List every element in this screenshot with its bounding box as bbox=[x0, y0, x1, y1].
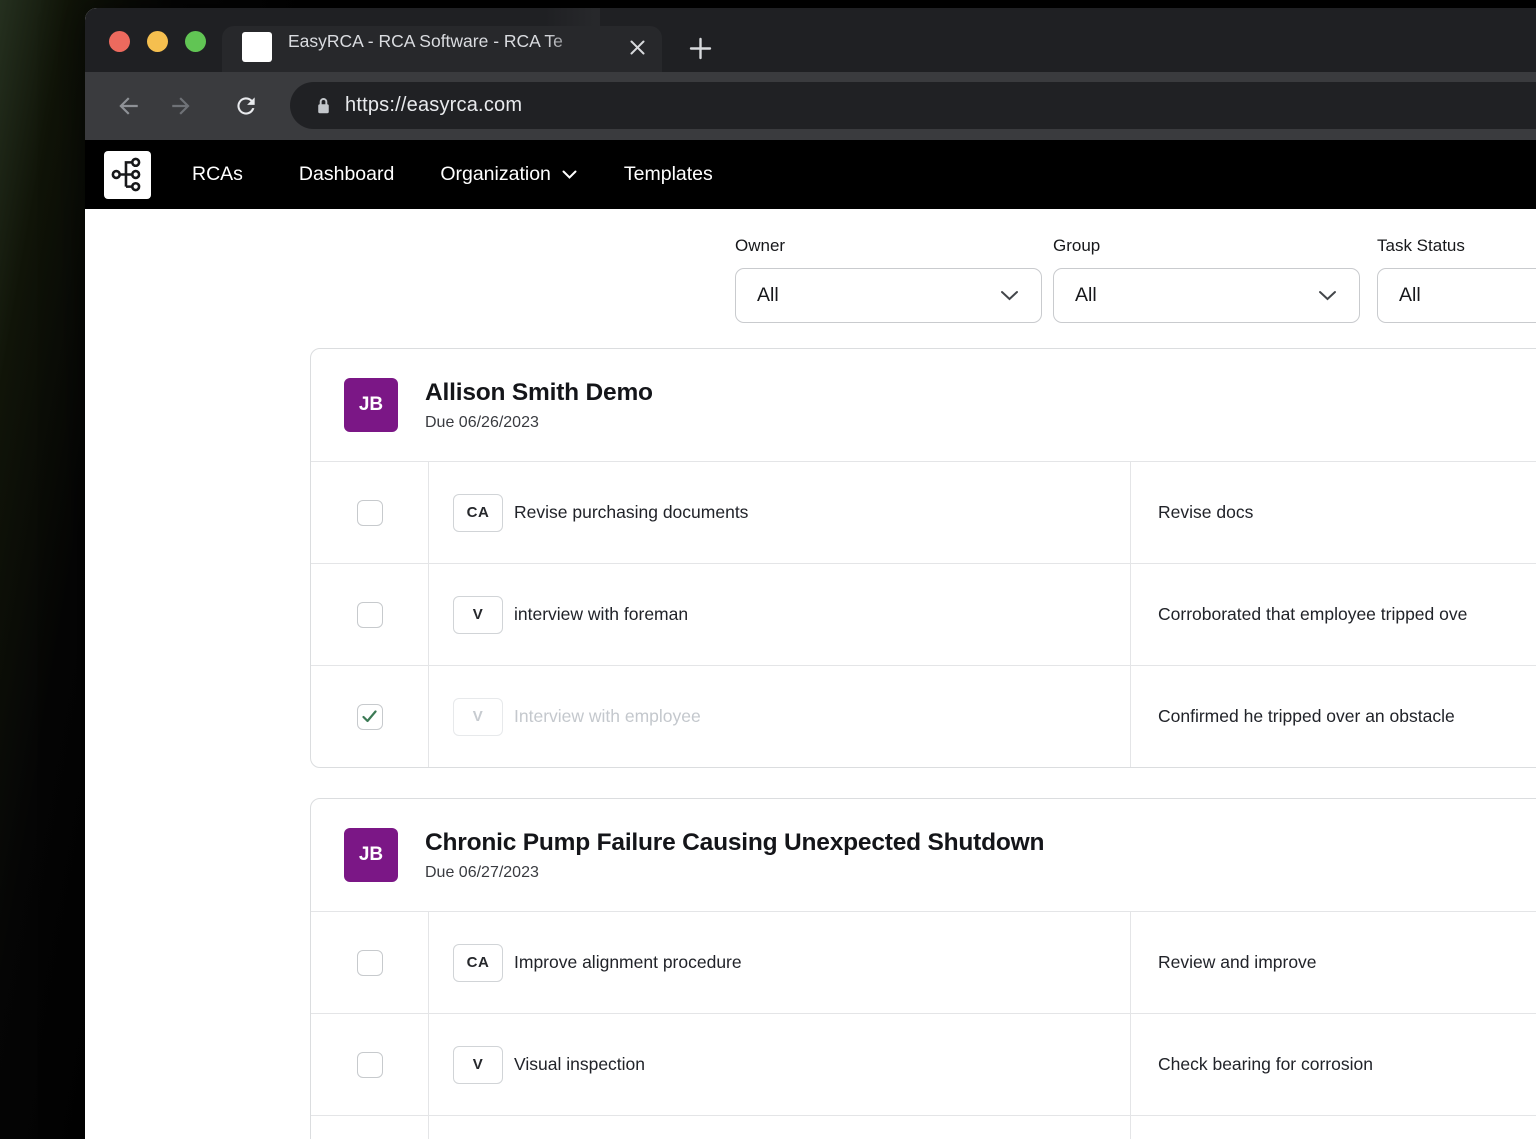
selected-value: All bbox=[1399, 284, 1421, 306]
task-cell: CA Revise purchasing documents bbox=[429, 462, 1131, 563]
close-window-button[interactable] bbox=[109, 31, 130, 52]
task-note: Confirmed he tripped over an obstacle bbox=[1158, 706, 1455, 726]
tab-title: EasyRCA - RCA Software - RCA Te bbox=[288, 8, 600, 72]
task-label: Revise purchasing documents bbox=[514, 502, 749, 522]
card-title: Chronic Pump Failure Causing Unexpected … bbox=[425, 828, 1045, 856]
filter-label: Task Status bbox=[1377, 236, 1465, 255]
nav-item-label: Dashboard bbox=[298, 163, 395, 185]
card-due-date: Due 06/26/2023 bbox=[425, 413, 539, 431]
new-tab-icon[interactable] bbox=[689, 37, 712, 60]
group-select[interactable]: All bbox=[1053, 268, 1360, 323]
browser-titlebar: EasyRCA - RCA Software - RCA Te bbox=[85, 8, 1536, 72]
tab-favicon-icon bbox=[242, 32, 272, 62]
task-cell bbox=[429, 1116, 1131, 1139]
checkbox-cell bbox=[311, 912, 429, 1013]
checkmark-icon bbox=[362, 710, 377, 723]
card-due-date: Due 06/27/2023 bbox=[425, 863, 539, 881]
tab-close-icon[interactable] bbox=[629, 39, 646, 56]
page-content: Owner All Group All Task Status All JB A… bbox=[85, 209, 1536, 1139]
forward-icon[interactable] bbox=[169, 93, 195, 119]
browser-window: EasyRCA - RCA Software - RCA Te https://… bbox=[85, 8, 1536, 1139]
filter-label: Owner bbox=[735, 236, 786, 255]
task-checkbox[interactable] bbox=[356, 949, 383, 976]
app-logo[interactable] bbox=[104, 150, 151, 199]
task-note: Check bearing for corrosion bbox=[1158, 1054, 1373, 1074]
task-row[interactable]: V interview with foreman Corroborated th… bbox=[311, 563, 1536, 665]
task-label: interview with foreman bbox=[514, 604, 689, 624]
reload-icon[interactable] bbox=[233, 93, 259, 119]
checkbox-cell bbox=[311, 666, 429, 767]
nav-item-templates[interactable]: Templates bbox=[624, 163, 713, 186]
task-checkbox[interactable] bbox=[356, 499, 383, 526]
task-row[interactable] bbox=[311, 1115, 1536, 1139]
minimize-window-button[interactable] bbox=[147, 31, 168, 52]
avatar: JB bbox=[344, 828, 398, 882]
filter-owner: Owner All bbox=[735, 236, 1042, 323]
browser-toolbar: https://easyrca.com bbox=[85, 72, 1536, 140]
logic-tree-icon bbox=[111, 157, 140, 192]
owner-select[interactable]: All bbox=[735, 268, 1042, 323]
task-row[interactable]: CA Revise purchasing documents Revise do… bbox=[311, 461, 1536, 563]
task-row[interactable]: V Visual inspection Check bearing for co… bbox=[311, 1013, 1536, 1115]
nav-item-label: Organization bbox=[440, 163, 551, 185]
filter-group: Group All bbox=[1053, 236, 1360, 323]
app-navbar: RCAs Dashboard Organization Templates bbox=[85, 140, 1536, 209]
filter-task-status: Task Status All bbox=[1377, 236, 1536, 323]
card-title: Allison Smith Demo bbox=[425, 378, 653, 406]
chevron-down-icon bbox=[1319, 291, 1336, 301]
nav-item-rcas[interactable]: RCAs bbox=[192, 163, 243, 186]
task-note: Corroborated that employee tripped ove bbox=[1158, 604, 1468, 624]
task-note: Review and improve bbox=[1158, 952, 1317, 972]
task-checkbox[interactable] bbox=[356, 703, 383, 730]
selected-value: All bbox=[757, 284, 779, 306]
nav-item-label: RCAs bbox=[192, 163, 243, 185]
cards-container: JB Allison Smith Demo Due 06/26/2023 CA … bbox=[310, 348, 1536, 1139]
task-checkbox[interactable] bbox=[356, 601, 383, 628]
nav-item-organization[interactable]: Organization bbox=[440, 163, 577, 186]
task-label: Improve alignment procedure bbox=[514, 952, 742, 972]
zoom-window-button[interactable] bbox=[185, 31, 206, 52]
selected-value: All bbox=[1075, 284, 1097, 306]
task-note bbox=[1131, 1116, 1536, 1139]
card-rows: CA Revise purchasing documents Revise do… bbox=[311, 461, 1536, 767]
task-cell: V interview with foreman bbox=[429, 564, 1131, 665]
lock-icon bbox=[318, 98, 329, 114]
back-icon[interactable] bbox=[115, 93, 141, 119]
task-type-badge: CA bbox=[453, 943, 503, 982]
card-header: JB Allison Smith Demo Due 06/26/2023 bbox=[311, 349, 1536, 461]
address-bar[interactable]: https://easyrca.com bbox=[290, 82, 1536, 129]
task-row[interactable]: CA Improve alignment procedure Review an… bbox=[311, 911, 1536, 1013]
filter-label: Group bbox=[1053, 236, 1101, 255]
rca-card: JB Chronic Pump Failure Causing Unexpect… bbox=[310, 798, 1536, 1139]
nav-item-dashboard[interactable]: Dashboard bbox=[299, 163, 394, 186]
task-checkbox[interactable] bbox=[356, 1051, 383, 1078]
task-label: Interview with employee bbox=[514, 706, 701, 726]
avatar: JB bbox=[344, 378, 398, 432]
task-row[interactable]: V Interview with employee Confirmed he t… bbox=[311, 665, 1536, 767]
task-type-badge: CA bbox=[453, 493, 503, 532]
nav-item-label: Templates bbox=[623, 163, 713, 185]
card-rows: CA Improve alignment procedure Review an… bbox=[311, 911, 1536, 1139]
chevron-down-icon bbox=[1001, 291, 1018, 301]
task-cell: V Interview with employee bbox=[429, 666, 1131, 767]
task-status-select[interactable]: All bbox=[1377, 268, 1536, 323]
chevron-down-icon bbox=[562, 170, 577, 179]
checkbox-cell bbox=[311, 564, 429, 665]
window-controls bbox=[109, 31, 206, 52]
task-type-badge: V bbox=[453, 1045, 503, 1084]
task-cell: CA Improve alignment procedure bbox=[429, 912, 1131, 1013]
task-type-badge: V bbox=[453, 697, 503, 736]
rca-card: JB Allison Smith Demo Due 06/26/2023 CA … bbox=[310, 348, 1536, 768]
checkbox-cell bbox=[311, 1116, 429, 1139]
url-text: https://easyrca.com bbox=[345, 94, 523, 116]
task-note: Revise docs bbox=[1158, 502, 1254, 522]
checkbox-cell bbox=[311, 462, 429, 563]
task-label: Visual inspection bbox=[514, 1054, 646, 1074]
checkbox-cell bbox=[311, 1014, 429, 1115]
task-cell: V Visual inspection bbox=[429, 1014, 1131, 1115]
task-type-badge: V bbox=[453, 595, 503, 634]
card-header: JB Chronic Pump Failure Causing Unexpect… bbox=[311, 799, 1536, 911]
